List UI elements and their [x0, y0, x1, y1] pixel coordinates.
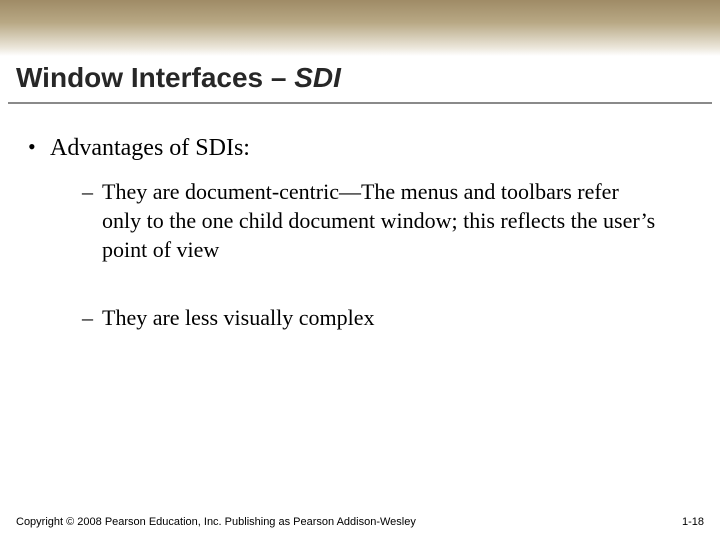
- bullet-level2: – They are document-centric—The menus an…: [82, 178, 662, 264]
- dash-icon: –: [82, 304, 102, 333]
- decorative-top-band: [0, 0, 720, 56]
- bullet-dot-icon: •: [28, 132, 50, 164]
- bullet-level1-text: Advantages of SDIs:: [50, 132, 250, 164]
- page-number: 1-18: [682, 516, 704, 528]
- slide-title-italic: SDI: [294, 62, 341, 93]
- copyright-text: Copyright © 2008 Pearson Education, Inc.…: [16, 516, 416, 528]
- bullet-level2-text: They are document-centric—The menus and …: [102, 178, 662, 264]
- bullet-level1: • Advantages of SDIs:: [28, 132, 692, 164]
- slide-content: • Advantages of SDIs: – They are documen…: [0, 104, 720, 333]
- dash-icon: –: [82, 178, 102, 264]
- slide-title-prefix: Window Interfaces –: [16, 62, 294, 93]
- slide-footer: Copyright © 2008 Pearson Education, Inc.…: [0, 516, 720, 528]
- bullet-level2: – They are less visually complex: [82, 304, 662, 333]
- slide-title: Window Interfaces – SDI: [0, 56, 720, 100]
- bullet-level2-text: They are less visually complex: [102, 304, 374, 333]
